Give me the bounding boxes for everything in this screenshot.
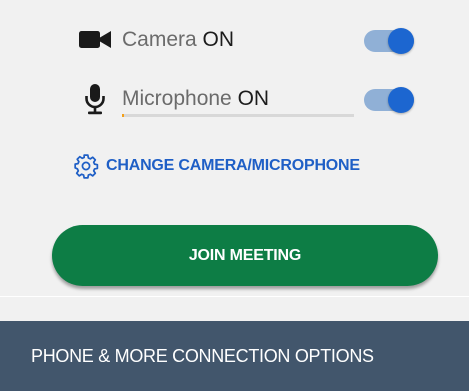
- divider: [0, 296, 469, 297]
- camera-toggle-knob: [388, 28, 414, 54]
- camera-state: ON: [202, 28, 235, 51]
- camera-toggle[interactable]: [364, 28, 414, 54]
- microphone-level-meter: [122, 114, 354, 117]
- camera-status-text: Camera ON: [122, 20, 234, 60]
- microphone-level-fill: [122, 114, 125, 117]
- microphone-row: Microphone ON: [0, 79, 469, 119]
- change-camera-microphone-label: CHANGE CAMERA/MICROPHONE: [106, 157, 360, 174]
- change-camera-microphone-link[interactable]: CHANGE CAMERA/MICROPHONE: [73, 151, 360, 181]
- microphone-icon: [82, 79, 108, 119]
- camera-label: Camera: [122, 28, 197, 51]
- connection-options-bar[interactable]: PHONE & MORE CONNECTION OPTIONS: [0, 321, 469, 391]
- microphone-status-text: Microphone ON: [122, 79, 269, 119]
- microphone-label: Microphone: [122, 87, 232, 110]
- video-camera-icon: [79, 20, 113, 60]
- microphone-toggle-knob: [388, 87, 414, 113]
- join-meeting-button[interactable]: JOIN MEETING: [52, 225, 438, 286]
- camera-row: Camera ON: [0, 20, 469, 60]
- gear-icon: [73, 153, 99, 179]
- microphone-state: ON: [237, 87, 270, 110]
- connection-options-label: PHONE & MORE CONNECTION OPTIONS: [31, 345, 374, 366]
- microphone-toggle[interactable]: [364, 87, 414, 113]
